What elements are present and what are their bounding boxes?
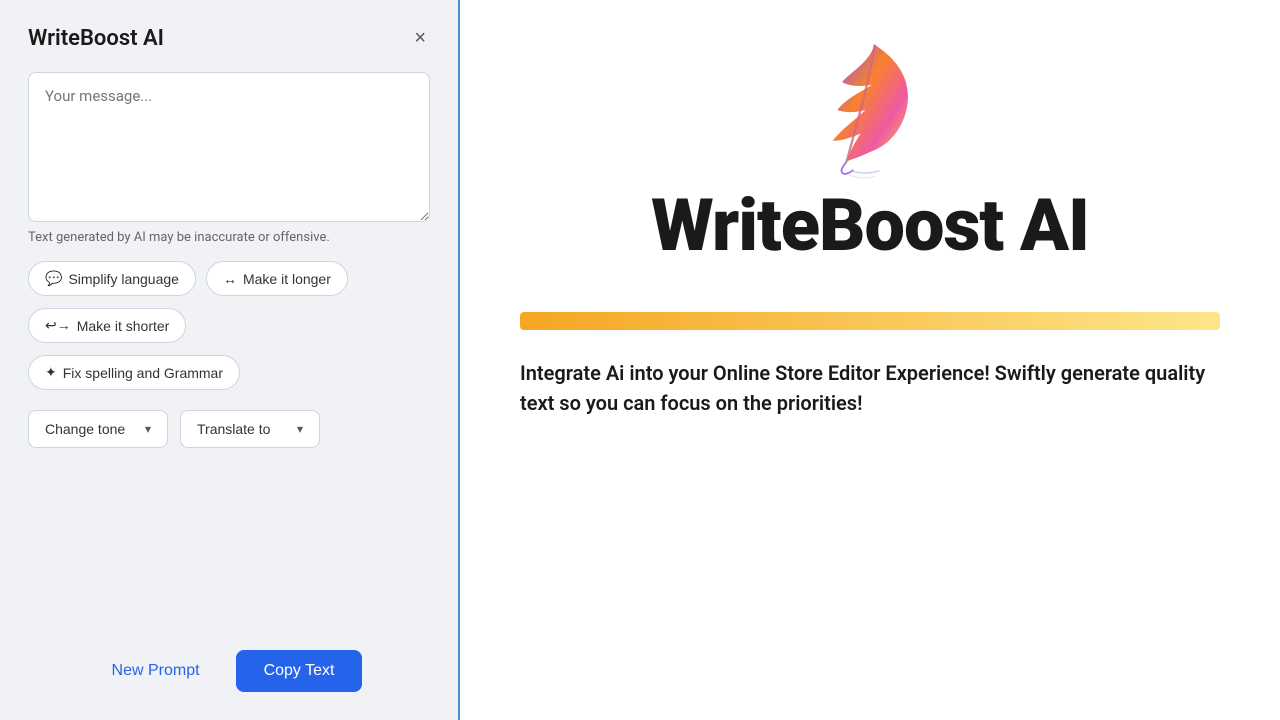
- panel-title: WriteBoost AI: [28, 26, 164, 51]
- bottom-actions: New Prompt Copy Text: [0, 634, 458, 720]
- brand-title: WriteBoost AI: [651, 190, 1089, 262]
- chat-icon: 💬: [45, 270, 62, 287]
- change-tone-dropdown[interactable]: Change tone ▾: [28, 410, 168, 448]
- panel-body: Text generated by AI may be inaccurate o…: [0, 72, 458, 634]
- gradient-bar: [520, 312, 1220, 330]
- btn-row-1: 💬 Simplify language ↔ Make it longer: [28, 261, 430, 296]
- btn-row-3: ✦ Fix spelling and Grammar: [28, 355, 430, 390]
- chevron-down-icon: ▾: [145, 422, 151, 436]
- left-panel: WriteBoost AI × Text generated by AI may…: [0, 0, 460, 720]
- arrows-contract-icon: ↩→: [45, 317, 71, 334]
- change-tone-label: Change tone: [45, 421, 125, 437]
- disclaimer-text: Text generated by AI may be inaccurate o…: [28, 230, 430, 245]
- longer-label: Make it longer: [243, 271, 331, 287]
- simplify-language-button[interactable]: 💬 Simplify language: [28, 261, 196, 296]
- feather-logo-icon: [810, 40, 930, 180]
- new-prompt-button[interactable]: New Prompt: [96, 652, 216, 690]
- action-buttons-group: 💬 Simplify language ↔ Make it longer ↩→ …: [28, 261, 430, 390]
- fix-label: Fix spelling and Grammar: [63, 365, 223, 381]
- arrows-expand-icon: ↔: [223, 271, 237, 287]
- logo-area: WriteBoost AI: [651, 40, 1089, 262]
- make-longer-button[interactable]: ↔ Make it longer: [206, 261, 348, 296]
- translate-to-dropdown[interactable]: Translate to ▾: [180, 410, 320, 448]
- message-textarea[interactable]: [28, 72, 430, 222]
- close-button[interactable]: ×: [410, 24, 430, 52]
- panel-header: WriteBoost AI ×: [0, 0, 458, 72]
- right-panel: WriteBoost AI Integrate Ai into your Onl…: [460, 0, 1280, 720]
- tagline-text: Integrate Ai into your Online Store Edit…: [520, 358, 1220, 418]
- shorter-label: Make it shorter: [77, 318, 170, 334]
- chevron-down-icon-2: ▾: [297, 422, 303, 436]
- sparkle-icon: ✦: [45, 364, 57, 381]
- translate-to-label: Translate to: [197, 421, 270, 437]
- simplify-label: Simplify language: [68, 271, 179, 287]
- fix-spelling-button[interactable]: ✦ Fix spelling and Grammar: [28, 355, 240, 390]
- copy-text-button[interactable]: Copy Text: [236, 650, 363, 692]
- btn-row-2: ↩→ Make it shorter: [28, 308, 430, 343]
- dropdown-row: Change tone ▾ Translate to ▾: [28, 410, 430, 448]
- make-shorter-button[interactable]: ↩→ Make it shorter: [28, 308, 186, 343]
